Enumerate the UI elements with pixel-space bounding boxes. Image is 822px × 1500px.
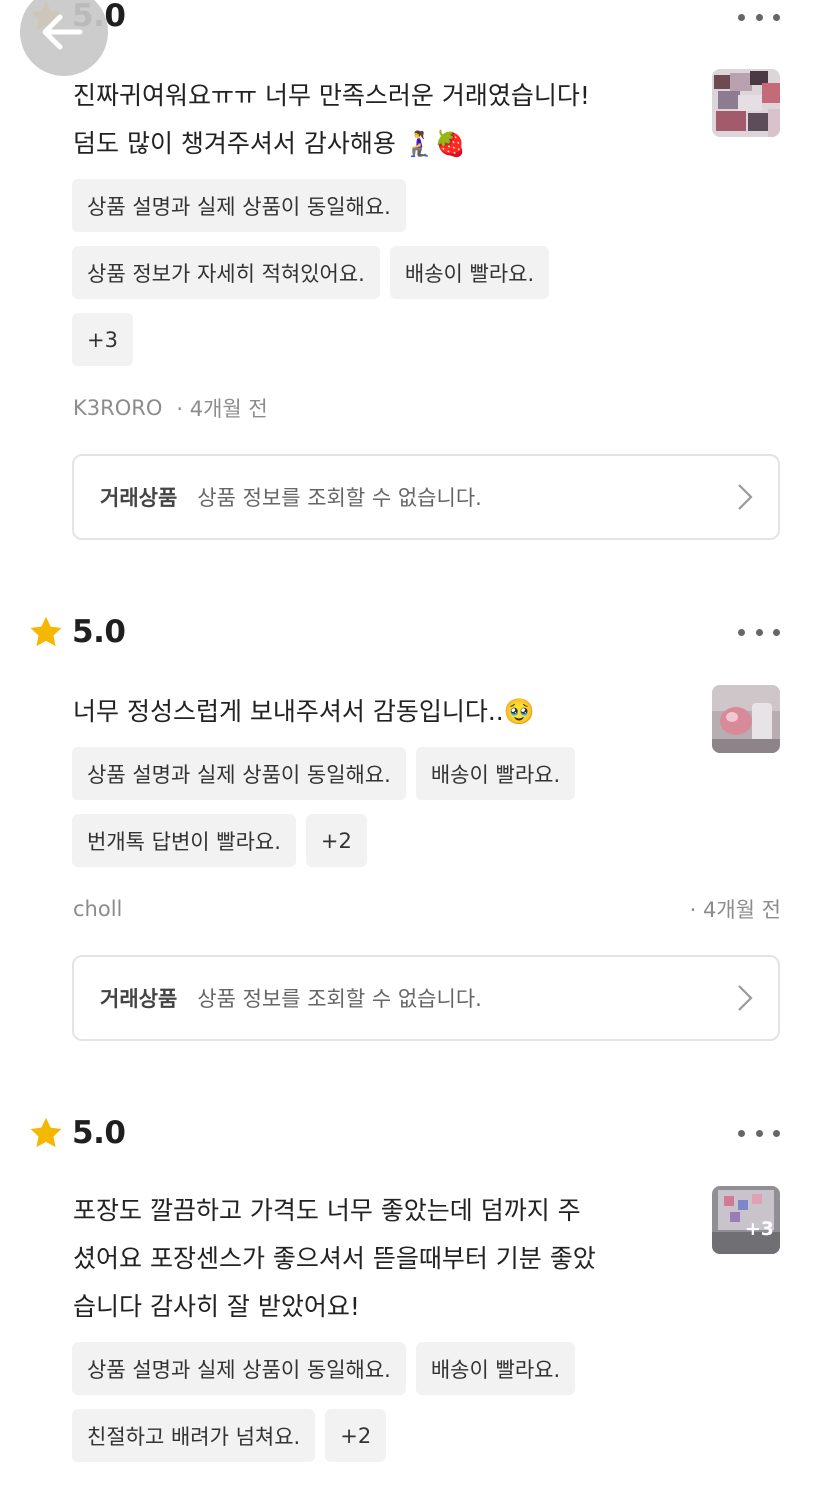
product-label: 거래상품 [100,987,178,1011]
reviewer-name[interactable]: K3RORO [73,396,162,420]
review-tag: 번개톡 답변이 빨라요. [72,814,296,867]
review-text: 포장도 깔끔하고 가격도 너무 좋았는데 덤까지 주 셨어요 포장센스가 좋으셔… [73,1196,596,1321]
tag-list: 상품 설명과 실제 상품이 동일해요. 배송이 빨라요. 번개톡 답변이 빨라요… [72,747,792,881]
tag-list: 상품 설명과 실제 상품이 동일해요. 상품 정보가 자세히 적혀있어요. 배송… [72,179,792,380]
back-button[interactable] [20,0,108,76]
chevron-right-icon [738,484,753,510]
more-tags-button[interactable]: +2 [325,1409,387,1462]
review-photo[interactable] [712,69,780,137]
star-icon [30,616,62,647]
more-tags-button[interactable]: +2 [305,814,367,867]
review-photo[interactable] [712,685,780,753]
chevron-right-icon [738,985,753,1011]
review-meta: K3RORO · 4개월 전 [73,393,781,423]
more-tags-button[interactable]: +3 [72,313,133,366]
product-info: 상품 정보를 조회할 수 없습니다. [197,987,482,1011]
rating: 5.0 [28,610,126,654]
review-tag: 친절하고 배려가 넘쳐요. [72,1409,316,1462]
review-meta: choll · 4개월 전 [73,894,781,924]
review-time: · 4개월 전 [176,397,268,421]
review-text: 너무 정성스럽게 보내주셔서 감동입니다..🥹 [73,697,535,726]
review-time: · 4개월 전 [689,898,781,922]
more-options-icon[interactable] [738,624,780,640]
reviewer-name[interactable]: choll [73,897,122,921]
review-tag: 상품 정보가 자세히 적혀있어요. [72,246,380,299]
review-tag: 상품 설명과 실제 상품이 동일해요. [72,1342,406,1395]
review-photo[interactable]: +3 [712,1186,780,1254]
review-tag: 상품 설명과 실제 상품이 동일해요. [72,179,406,232]
traded-product-link[interactable]: 거래상품 상품 정보를 조회할 수 없습니다. [72,454,780,540]
back-arrow-icon [42,14,83,50]
more-options-icon[interactable] [738,1125,780,1141]
rating-value: 5.0 [72,1115,126,1151]
tag-list: 상품 설명과 실제 상품이 동일해요. 배송이 빨라요. 친절하고 배려가 넘쳐… [72,1342,792,1476]
review-tag: 배송이 빨라요. [415,747,576,800]
product-label: 거래상품 [100,486,178,510]
review-text: 진짜귀여워요ㅠㅠ 너무 만족스러운 거래였습니다! 덤도 많이 챙겨주셔서 감사… [73,81,590,158]
review-tag: 배송이 빨라요. [389,246,550,299]
product-info: 상품 정보를 조회할 수 없습니다. [197,486,482,510]
more-options-icon[interactable] [738,9,780,25]
photo-count: +3 [744,1218,774,1240]
rating: 5.0 [28,1111,126,1155]
traded-product-link[interactable]: 거래상품 상품 정보를 조회할 수 없습니다. [72,955,780,1041]
review-tag: 배송이 빨라요. [415,1342,576,1395]
rating-value: 5.0 [72,614,126,650]
review-tag: 상품 설명과 실제 상품이 동일해요. [72,747,406,800]
star-icon [30,1117,62,1148]
